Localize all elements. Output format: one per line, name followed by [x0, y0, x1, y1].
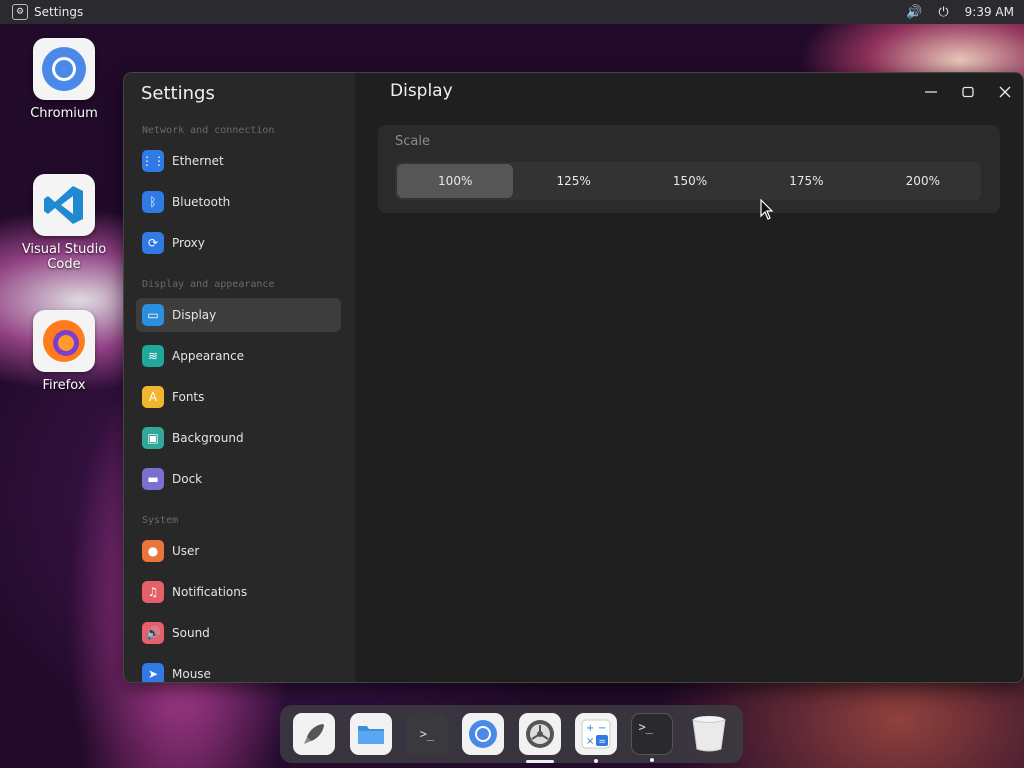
- ethernet-icon: ⋮⋮: [141, 150, 165, 172]
- dock: >_ + − × = >_: [280, 705, 743, 763]
- sidebar-item-fonts[interactable]: A Fonts: [136, 380, 341, 414]
- dock-item-terminal-running[interactable]: >_: [631, 713, 674, 762]
- minimize-icon: [925, 91, 937, 93]
- calculator-icon: + −× =: [581, 719, 611, 749]
- desktop-icon-label: Firefox: [42, 378, 86, 393]
- maximize-icon: [962, 86, 974, 98]
- clock[interactable]: 9:39 AM: [965, 5, 1014, 19]
- display-icon: ▭: [142, 304, 164, 326]
- notifications-icon: ♫: [142, 581, 164, 603]
- files-icon: [357, 726, 384, 744]
- launcher-icon: [304, 724, 325, 744]
- dock-item-chromium[interactable]: [462, 713, 505, 755]
- sidebar-item-label: Proxy: [172, 236, 205, 250]
- fonts-icon: A: [142, 386, 164, 408]
- dock-icon: ▬: [142, 468, 164, 490]
- section-title-display: Display and appearance: [142, 279, 275, 290]
- bluetooth-icon: ᛒ: [142, 191, 164, 213]
- sidebar-item-label: Bluetooth: [172, 195, 231, 209]
- maximize-button[interactable]: [957, 81, 979, 103]
- sidebar-item-label: Sound: [172, 626, 210, 640]
- close-icon: [999, 86, 1011, 98]
- appearance-icon: ≋: [142, 345, 164, 367]
- sidebar-item-label: Notifications: [172, 585, 248, 599]
- svg-text:+: +: [586, 723, 594, 734]
- minimize-button[interactable]: [920, 81, 942, 103]
- dock-item-files[interactable]: [349, 713, 392, 755]
- running-indicator: [594, 759, 599, 763]
- scale-selector: 100% 125% 150% 175% 200%: [395, 162, 981, 200]
- sidebar-item-appearance[interactable]: ≋ Appearance: [136, 339, 341, 373]
- trash-icon: [692, 716, 726, 752]
- sidebar-item-label: Appearance: [172, 349, 245, 363]
- settings-app-icon: ⚙: [12, 4, 28, 20]
- mouse-cursor-icon: [760, 199, 774, 220]
- sidebar-item-display[interactable]: ▭ Display: [136, 298, 341, 332]
- sound-icon: 🔊: [142, 622, 164, 644]
- scale-option-125[interactable]: 125%: [515, 162, 631, 200]
- user-icon: ●: [142, 540, 164, 562]
- terminal-icon: >_: [419, 727, 435, 741]
- sidebar-item-notifications[interactable]: ♫ Notifications: [136, 575, 341, 609]
- terminal-icon: >_: [638, 720, 653, 734]
- scale-card: Scale 100% 125% 150% 175% 200%: [378, 125, 1000, 213]
- vscode-icon: [33, 174, 95, 236]
- sidebar-item-label: Background: [172, 431, 244, 445]
- scale-option-175[interactable]: 175%: [748, 162, 864, 200]
- mouse-icon: ➤: [142, 663, 164, 682]
- sidebar-item-user[interactable]: ● User: [136, 534, 341, 568]
- active-indicator: [525, 760, 554, 763]
- chromium-icon: [469, 720, 498, 748]
- firefox-icon: [33, 310, 95, 372]
- svg-text:=: =: [599, 737, 607, 747]
- sidebar-item-background[interactable]: ▣ Background: [136, 421, 341, 455]
- sidebar-item-label: Ethernet: [172, 154, 224, 168]
- sidebar-item-proxy[interactable]: ⟳ Proxy: [136, 226, 341, 260]
- sidebar-item-dock[interactable]: ▬ Dock: [136, 462, 341, 496]
- proxy-icon: ⟳: [142, 232, 164, 254]
- top-panel: ⚙ Settings 🔊 ⏻ 9:39 AM: [0, 0, 1024, 24]
- desktop-icon-label: Chromium: [30, 106, 98, 121]
- dock-item-settings[interactable]: [518, 713, 561, 763]
- desktop-icon-label: Visual Studio Code: [21, 242, 107, 272]
- sidebar-item-label: Dock: [172, 472, 203, 486]
- svg-text:−: −: [598, 723, 606, 734]
- section-title-network: Network and connection: [142, 125, 275, 136]
- sidebar-item-bluetooth[interactable]: ᛒ Bluetooth: [136, 185, 341, 219]
- scale-option-200[interactable]: 200%: [865, 162, 981, 200]
- sidebar-item-label: Display: [172, 308, 217, 322]
- background-icon: ▣: [142, 427, 164, 449]
- dock-item-terminal[interactable]: >_: [405, 713, 448, 755]
- svg-text:×: ×: [586, 736, 594, 747]
- sidebar: Settings Network and connection ⋮⋮ Ether…: [124, 73, 355, 682]
- dock-item-calculator[interactable]: + − × =: [575, 713, 618, 763]
- scale-label: Scale: [395, 134, 430, 149]
- sidebar-item-label: Mouse: [172, 667, 211, 681]
- desktop-icon-vscode[interactable]: Visual Studio Code: [9, 174, 119, 272]
- dock-item-launcher[interactable]: [293, 713, 336, 755]
- active-app-title: Settings: [34, 5, 84, 19]
- sidebar-item-ethernet[interactable]: ⋮⋮ Ethernet: [136, 144, 341, 178]
- page-title: Display: [390, 81, 453, 101]
- running-indicator: [650, 758, 655, 762]
- close-button[interactable]: [994, 81, 1016, 103]
- settings-icon: [525, 720, 554, 748]
- scale-option-100[interactable]: 100%: [397, 164, 514, 198]
- volume-icon[interactable]: 🔊: [906, 5, 922, 20]
- sidebar-title: Settings: [141, 83, 215, 104]
- content-pane: Display Scale 100% 125% 150% 175% 200%: [355, 73, 1023, 682]
- sidebar-item-mouse[interactable]: ➤ Mouse: [136, 657, 341, 682]
- sidebar-item-label: User: [172, 544, 200, 558]
- power-icon[interactable]: ⏻: [938, 5, 948, 20]
- dock-item-trash[interactable]: [688, 713, 730, 755]
- scale-option-150[interactable]: 150%: [632, 162, 748, 200]
- desktop-icon-firefox[interactable]: Firefox: [9, 310, 119, 393]
- section-title-system: System: [142, 515, 179, 526]
- desktop-icon-chromium[interactable]: Chromium: [9, 38, 119, 121]
- sidebar-item-sound[interactable]: 🔊 Sound: [136, 616, 341, 650]
- sidebar-item-label: Fonts: [172, 390, 205, 404]
- settings-window: Settings Network and connection ⋮⋮ Ether…: [124, 73, 1023, 682]
- chromium-icon: [33, 38, 95, 100]
- active-app[interactable]: ⚙ Settings: [12, 4, 83, 20]
